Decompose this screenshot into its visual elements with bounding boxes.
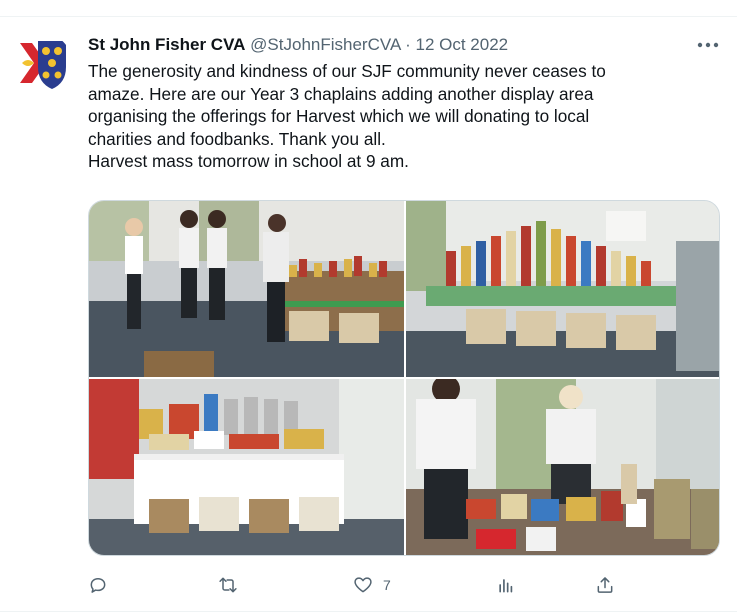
reply-button[interactable] (88, 570, 118, 600)
views-button[interactable] (496, 570, 526, 600)
tweet-text: The generosity and kindness of our SJF c… (88, 61, 606, 171)
avatar[interactable] (12, 33, 72, 93)
top-divider (0, 16, 737, 17)
heart-icon (354, 577, 372, 593)
author-name[interactable]: St John Fisher CVA (88, 35, 245, 54)
share-button[interactable] (595, 570, 615, 600)
reply-icon (90, 578, 106, 593)
more-options-button[interactable] (695, 34, 721, 56)
like-button[interactable]: 7 (353, 570, 391, 600)
bottom-divider (0, 611, 737, 612)
share-icon (597, 577, 613, 593)
retweet-icon (219, 577, 237, 593)
separator-dot: · (405, 35, 411, 54)
author-handle[interactable]: @StJohnFisherCVA (250, 35, 400, 54)
views-chart-icon (499, 579, 513, 593)
photo-2[interactable] (406, 201, 719, 377)
media-grid (88, 200, 720, 556)
tweet-header: St John Fisher CVA @StJohnFisherCVA · 12… (88, 34, 508, 56)
retweet-button[interactable] (218, 570, 248, 600)
photo-1[interactable] (89, 201, 404, 377)
like-count: 7 (383, 577, 391, 593)
photo-3[interactable] (89, 379, 404, 555)
more-dots-icon (697, 42, 719, 48)
photo-4[interactable] (406, 379, 719, 555)
tweet-actions: 7 (88, 570, 720, 600)
tweet-date[interactable]: 12 Oct 2022 (415, 35, 508, 54)
